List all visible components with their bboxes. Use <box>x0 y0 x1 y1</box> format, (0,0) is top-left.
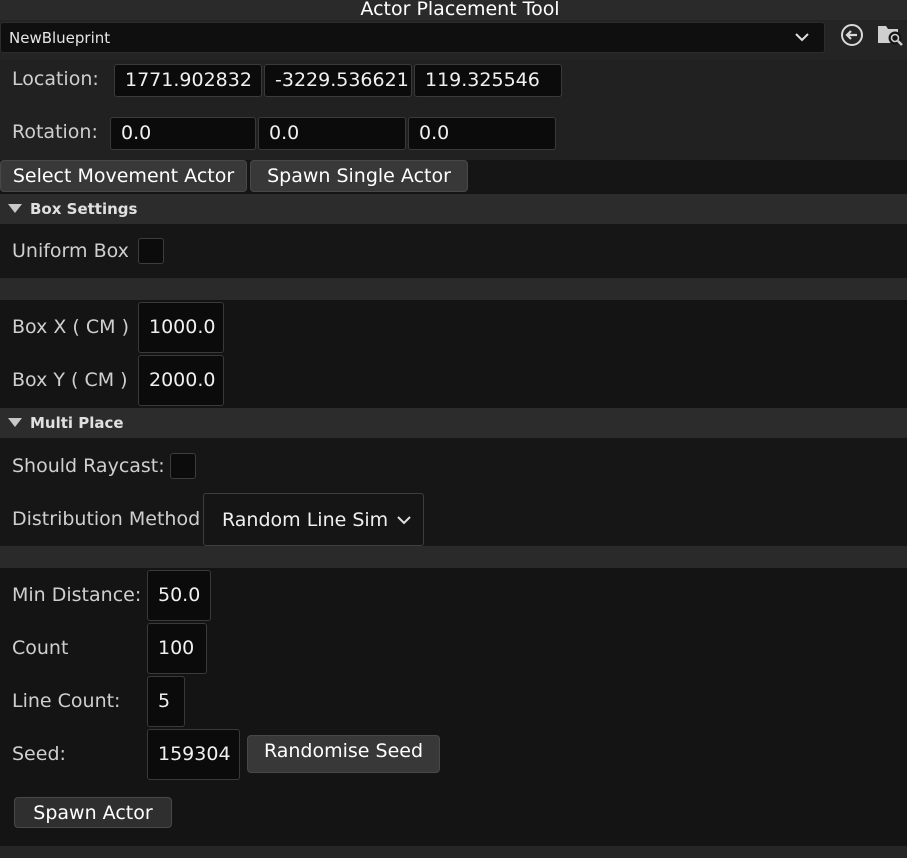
box-x-label: Box X ( CM ) <box>12 316 129 338</box>
seed-label: Seed: <box>12 743 66 765</box>
box-settings-title: Box Settings <box>30 200 138 218</box>
asset-combo[interactable]: NewBlueprint <box>0 22 825 53</box>
spawn-single-actor-button[interactable]: Spawn Single Actor <box>250 160 468 192</box>
multi-place-header[interactable]: Multi Place <box>0 408 907 438</box>
rotation-z-field[interactable]: 0.0 <box>408 117 556 150</box>
min-distance-field[interactable]: 50.0 <box>147 570 211 621</box>
randomise-seed-button[interactable]: Randomise Seed <box>247 735 440 773</box>
uniform-box-checkbox[interactable] <box>138 238 164 264</box>
folder-search-icon <box>876 22 904 52</box>
location-label: Location: <box>12 68 99 90</box>
count-field[interactable]: 100 <box>147 623 207 674</box>
use-selected-asset-button[interactable] <box>839 24 865 50</box>
chevron-down-icon <box>794 29 810 45</box>
line-count-field[interactable]: 5 <box>147 676 185 727</box>
box-x-field[interactable]: 1000.0 <box>138 302 224 353</box>
separator <box>0 546 907 568</box>
box-y-field[interactable]: 2000.0 <box>138 355 224 406</box>
asset-combo-value: NewBlueprint <box>9 29 111 47</box>
seed-field[interactable]: 159304 <box>147 729 240 780</box>
expand-triangle-icon <box>8 418 22 427</box>
should-raycast-label: Should Raycast: <box>12 455 165 477</box>
location-z-field[interactable]: 119.325546 <box>414 64 562 97</box>
box-size-rows <box>0 300 907 408</box>
window-title: Actor Placement Tool <box>360 0 560 20</box>
uniform-box-label: Uniform Box <box>12 240 129 262</box>
location-x-field[interactable]: 1771.902832 <box>114 64 262 97</box>
count-label: Count <box>12 637 69 659</box>
browse-asset-button[interactable] <box>877 24 903 50</box>
distribution-method-label: Distribution Method <box>12 508 201 530</box>
spawn-actor-button[interactable]: Spawn Actor <box>14 797 172 828</box>
expand-triangle-icon <box>8 204 22 213</box>
rotation-label: Rotation: <box>12 121 98 143</box>
multi-place-title: Multi Place <box>30 414 124 432</box>
select-movement-actor-button[interactable]: Select Movement Actor <box>0 160 247 192</box>
uniform-box-row <box>0 224 907 278</box>
location-y-field[interactable]: -3229.536621 <box>264 64 412 97</box>
distribution-method-dropdown[interactable]: Random Line Sim <box>203 493 424 546</box>
rotation-x-field[interactable]: 0.0 <box>110 117 256 150</box>
line-count-label: Line Count: <box>12 690 121 712</box>
bottom-strip <box>0 846 907 858</box>
box-settings-header[interactable]: Box Settings <box>0 194 907 224</box>
separator <box>0 278 907 300</box>
chevron-down-icon <box>396 512 412 528</box>
arrow-left-circle-icon <box>840 23 864 51</box>
distribution-method-value: Random Line Sim <box>222 508 389 531</box>
rotation-y-field[interactable]: 0.0 <box>258 117 406 150</box>
should-raycast-checkbox[interactable] <box>170 453 196 479</box>
min-distance-label: Min Distance: <box>12 584 142 606</box>
box-y-label: Box Y ( CM ) <box>12 369 128 391</box>
